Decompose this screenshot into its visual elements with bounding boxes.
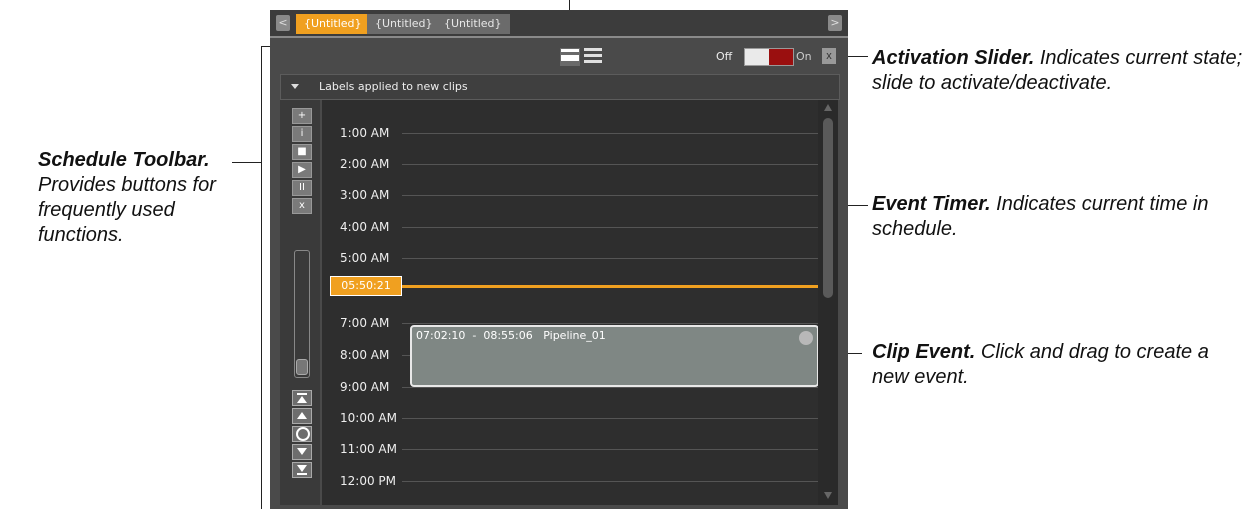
labels-bar[interactable]: Labels applied to new clips [280,74,840,100]
callout-toolbar-title: Schedule Toolbar. [38,149,210,171]
hour-line [402,195,818,196]
hour-line [402,418,818,419]
go-to-top-button[interactable] [292,390,312,406]
tab-untitled-3[interactable]: {Untitled} [436,14,510,34]
scroll-up-button[interactable] [292,408,312,424]
activation-slider[interactable] [744,48,794,66]
clip-event-label: 07:02:10 - 08:55:06 Pipeline_01 [416,329,606,342]
arrow-up-icon [297,396,307,403]
zoom-slider-thumb[interactable] [296,359,308,375]
hour-line [402,164,818,165]
bar-icon [297,393,307,395]
clip-event[interactable]: 07:02:10 - 08:55:06 Pipeline_01 [410,325,819,387]
hour-label: 12:00 PM [340,474,396,488]
hour-line [402,449,818,450]
activation-off-label: Off [716,50,733,63]
arrow-down-icon [297,465,307,472]
hour-label: 8:00 AM [340,348,390,362]
callout-line-toolbar-v [261,46,262,509]
callout-activation: Activation Slider. Indicates current sta… [872,46,1252,96]
hour-line [402,387,818,388]
stop-button[interactable]: ■ [292,144,312,160]
hour-line [402,133,818,134]
scroll-down-icon[interactable] [824,492,832,499]
hour-line [402,227,818,228]
tab-untitled-1[interactable]: {Untitled} [296,14,370,34]
hour-label: 11:00 AM [340,442,397,456]
tab-scroll-right-button[interactable]: > [828,15,842,31]
callout-clip: Clip Event. Click and drag to create a n… [872,340,1232,390]
vertical-scrollbar[interactable] [818,100,838,505]
scrollbar-thumb[interactable] [823,118,833,298]
clip-status-icon [799,331,813,345]
close-button[interactable]: x [822,48,836,64]
tab-untitled-2[interactable]: {Untitled} [367,14,441,34]
hour-label: 10:00 AM [340,411,397,425]
hour-label: 9:00 AM [340,380,390,394]
hour-label: 1:00 AM [340,126,390,140]
go-to-now-button[interactable] [292,426,312,442]
clock-icon [296,427,310,441]
callout-timer: Event Timer. Indicates current time in s… [872,192,1252,242]
hour-line [402,258,818,259]
activation-on-label: On [796,50,812,63]
callout-timer-title: Event Timer. [872,193,991,215]
go-to-bottom-button[interactable] [292,462,312,478]
delete-button[interactable]: x [292,198,312,214]
labels-bar-text: Labels applied to new clips [319,80,468,93]
scheduler-window: < {Untitled} {Untitled} {Untitled} > Off… [270,10,848,509]
arrow-down-icon [297,448,307,455]
tab-scroll-left-button[interactable]: < [276,15,290,31]
callout-toolbar-body: Provides buttons for frequently used fun… [38,174,216,246]
callout-activation-title: Activation Slider. [872,47,1035,69]
callout-clip-title: Clip Event. [872,341,976,363]
hour-label: 4:00 AM [340,220,390,234]
list-view-icon[interactable] [584,48,602,64]
hour-line [402,481,818,482]
schedule-toolbar: + i ■ ▶ II x [280,100,320,505]
pause-button[interactable]: II [292,180,312,196]
event-timer: 05:50:21 [330,276,402,296]
hour-label: 7:00 AM [340,316,390,330]
chevron-down-icon[interactable] [291,84,299,89]
hour-line [402,323,818,324]
scroll-up-icon[interactable] [824,104,832,111]
scroll-down-button[interactable] [292,444,312,460]
tab-bar: < {Untitled} {Untitled} {Untitled} > [270,10,848,36]
bar-icon [297,473,307,475]
event-timer-line [398,285,818,288]
add-button[interactable]: + [292,108,312,124]
split-view-icon[interactable] [560,48,580,66]
top-toolbar: Off On x [270,36,848,78]
zoom-slider[interactable] [294,250,310,378]
hour-label: 3:00 AM [340,188,390,202]
info-button[interactable]: i [292,126,312,142]
schedule-area[interactable]: 1:00 AM 2:00 AM 3:00 AM 4:00 AM 5:00 AM … [322,100,819,505]
hour-label: 2:00 AM [340,157,390,171]
activation-slider-knob[interactable] [769,49,793,65]
hour-label: 5:00 AM [340,251,390,265]
play-button[interactable]: ▶ [292,162,312,178]
arrow-up-icon [297,412,307,419]
callout-toolbar: Schedule Toolbar. Provides buttons for f… [38,148,238,248]
